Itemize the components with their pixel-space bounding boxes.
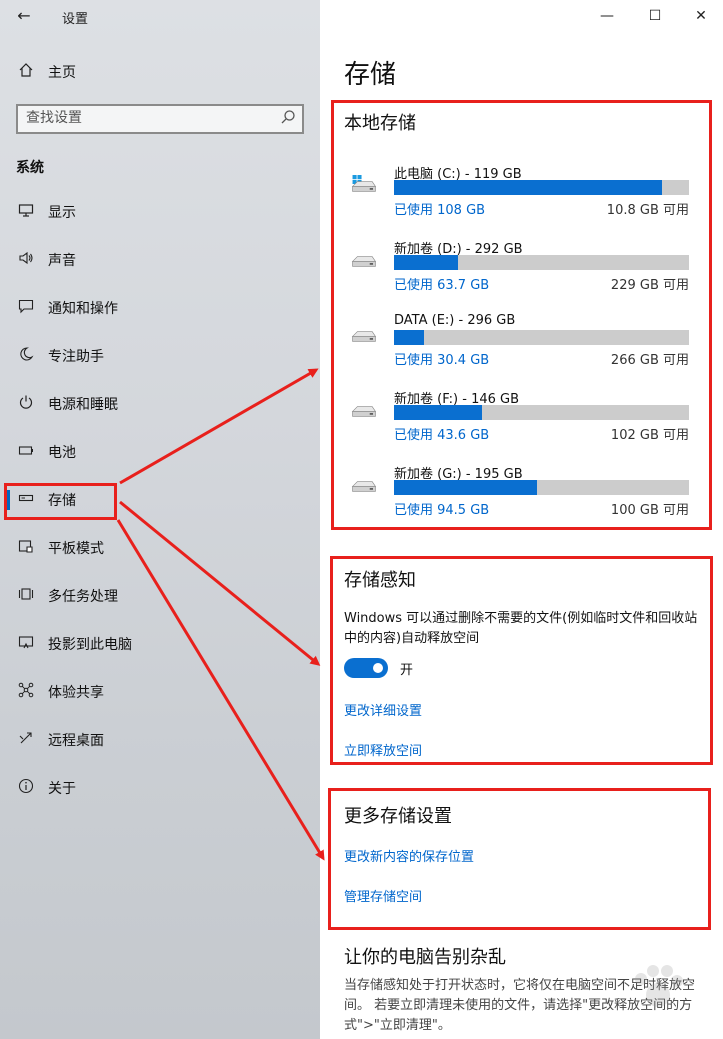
declutter-title: 让你的电脑告别杂乱 [344,947,506,968]
sidebar-item-label: 投影到此电脑 [48,637,132,653]
annotation-box-storage-sense [330,556,713,765]
app-title: 设置 [62,12,89,27]
sidebar-item-label: 多任务处理 [48,589,118,605]
maximize-icon: ☐ [648,8,662,24]
sidebar-item-label: 专注助手 [48,349,104,365]
project-icon [16,634,36,654]
tablet-icon [16,538,36,558]
sidebar-item-shared-experiences[interactable]: 体验共享 [0,672,320,712]
sidebar-item-label: 平板模式 [48,541,104,557]
back-button[interactable]: ← [10,4,38,28]
remote-desktop-icon [16,730,36,750]
sidebar-item-label: 通知和操作 [48,301,118,317]
annotation-box-storage [4,483,117,520]
sidebar-item-battery[interactable]: 电池 [0,432,320,472]
annotation-box-local-storage [331,100,712,530]
annotation-box-more-settings [328,788,711,930]
page-title: 存储 [344,60,397,90]
sidebar-item-label: 电源和睡眠 [48,397,118,413]
sidebar-item-power[interactable]: 电源和睡眠 [0,384,320,424]
sidebar-item-label: 远程桌面 [48,733,104,749]
minimize-icon: — [600,8,614,24]
titlebar-left: ← 设置 [0,0,320,32]
sidebar-item-project[interactable]: 投影到此电脑 [0,624,320,664]
sidebar-item-multitasking[interactable]: 多任务处理 [0,576,320,616]
arrow-left-icon: ← [17,6,31,25]
sidebar-item-home[interactable]: 主页 [0,52,320,92]
search-icon[interactable] [280,109,296,129]
info-icon [16,778,36,798]
sidebar-item-label: 显示 [48,205,76,221]
sidebar-item-label: 关于 [48,781,76,797]
battery-icon [16,442,36,462]
home-icon [16,62,36,82]
sidebar-item-tablet-mode[interactable]: 平板模式 [0,528,320,568]
search-box[interactable] [16,104,304,134]
minimize-button[interactable]: — [592,4,622,28]
multitask-icon [16,586,36,606]
search-input[interactable] [26,110,266,126]
sidebar-item-remote-desktop[interactable]: 远程桌面 [0,720,320,760]
sidebar-item-label: 电池 [48,445,76,461]
share-icon [16,682,36,702]
sidebar-item-sound[interactable]: 声音 [0,240,320,280]
close-icon: ✕ [695,8,707,24]
sidebar-item-display[interactable]: 显示 [0,192,320,232]
sidebar-item-label: 体验共享 [48,685,104,701]
sidebar-item-focus-assist[interactable]: 专注助手 [0,336,320,376]
speaker-icon [16,250,36,270]
close-button[interactable]: ✕ [686,4,716,28]
notification-icon [16,298,36,318]
monitor-icon [16,202,36,222]
power-icon [16,394,36,414]
sidebar-item-about[interactable]: 关于 [0,768,320,808]
sidebar-item-label: 主页 [48,65,76,81]
section-title: 系统 [16,160,44,176]
moon-icon [16,346,36,366]
paw-watermark-icon [635,965,683,1007]
sidebar-item-label: 声音 [48,253,76,269]
maximize-button[interactable]: ☐ [640,4,670,28]
sidebar-item-notifications[interactable]: 通知和操作 [0,288,320,328]
